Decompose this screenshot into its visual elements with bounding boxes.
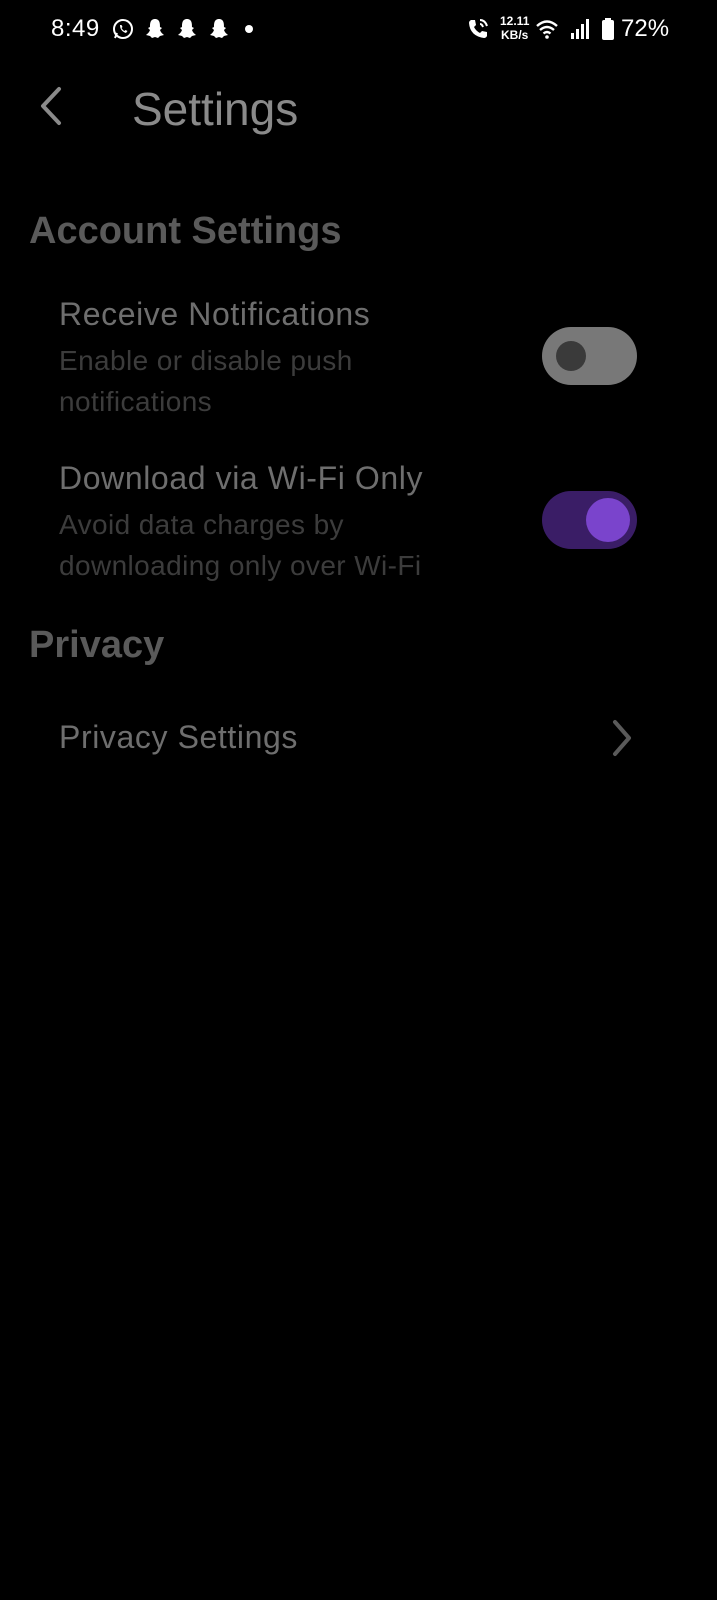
whatsapp-icon <box>113 19 133 39</box>
battery-icon <box>602 18 614 40</box>
section-title-privacy: Privacy <box>29 624 165 666</box>
notification-dot <box>245 25 253 33</box>
wifi-icon <box>536 20 558 39</box>
status-bar: 8:49 12.11 KB/s 72% <box>0 0 717 60</box>
back-button[interactable] <box>30 84 74 128</box>
wifi-only-toggle[interactable] <box>542 491 637 549</box>
setting-download-wifi-only[interactable]: Download via Wi-Fi Only Avoid data charg… <box>0 450 717 590</box>
setting-title: Receive Notifications <box>59 296 371 332</box>
network-speed: 12.11 KB/s <box>500 14 529 42</box>
back-arrow-icon <box>41 87 61 125</box>
chevron-right-icon <box>613 720 631 756</box>
setting-receive-notifications[interactable]: Receive Notifications Enable or disable … <box>0 286 717 426</box>
setting-title: Privacy Settings <box>59 719 299 755</box>
page-title: Settings <box>132 83 299 135</box>
notifications-toggle[interactable] <box>542 327 637 385</box>
setting-title: Download via Wi-Fi Only <box>59 460 424 496</box>
network-speed-unit: KB/s <box>501 28 529 42</box>
setting-subtitle: Avoid data charges by downloading only o… <box>59 509 422 581</box>
status-time: 8:49 <box>51 15 100 42</box>
setting-subtitle: Enable or disable push notifications <box>59 345 353 417</box>
signal-icon <box>571 19 589 39</box>
snapchat-icon <box>146 19 164 38</box>
section-title-account: Account Settings <box>29 210 342 252</box>
settings-screen: 8:49 12.11 KB/s 72% Settings Account Set… <box>0 0 717 1600</box>
wifi-call-icon <box>469 19 488 38</box>
toggle-knob <box>556 341 586 371</box>
snapchat-icon <box>178 19 196 38</box>
toggle-knob <box>586 498 630 542</box>
battery-percent: 72% <box>621 15 670 42</box>
snapchat-icon <box>210 19 228 38</box>
network-speed-value: 12.11 <box>500 14 530 28</box>
